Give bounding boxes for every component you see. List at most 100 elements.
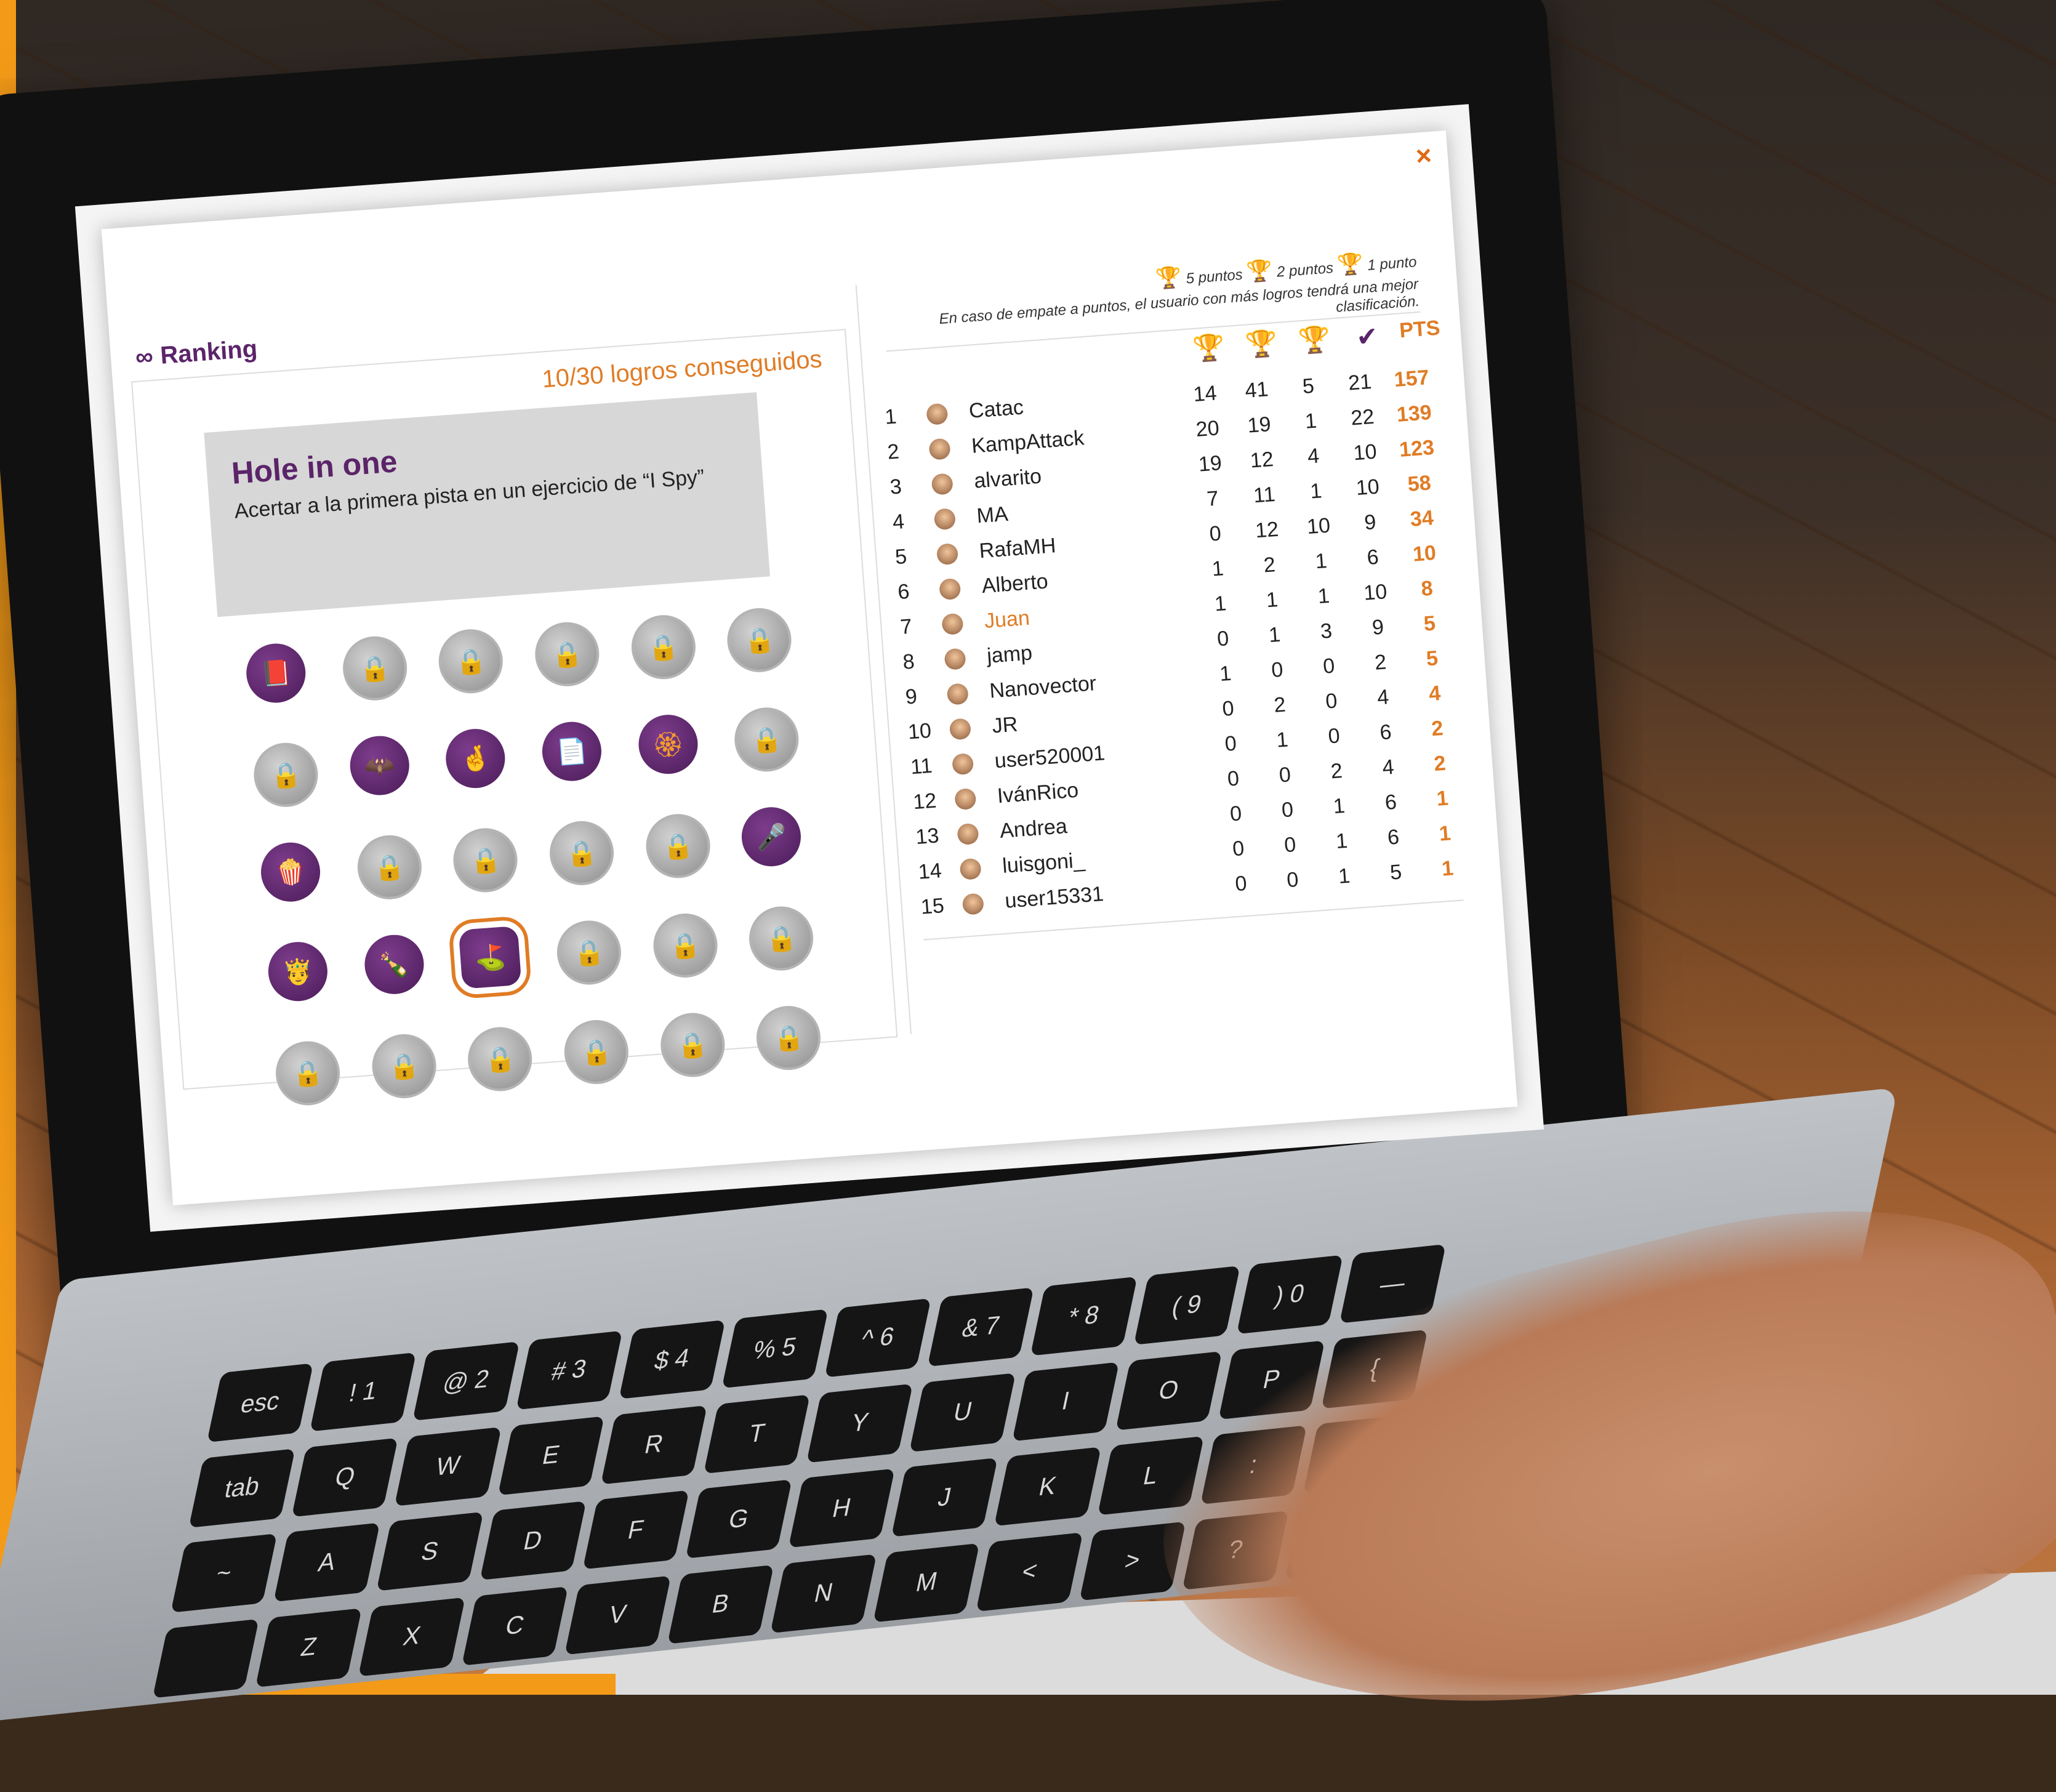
avatar xyxy=(934,506,978,530)
lock-icon[interactable]: 🔒 xyxy=(651,911,720,980)
achievements-count: 9 xyxy=(1371,615,1385,640)
rank-number: 5 xyxy=(894,544,908,569)
lock-icon[interactable]: 🔒 xyxy=(747,904,816,973)
lock-icon[interactable]: 🔒 xyxy=(369,1032,438,1101)
rank-number: 6 xyxy=(896,579,910,605)
popcorn-icon[interactable]: 🍿 xyxy=(259,840,323,904)
achievements-count: 10 xyxy=(1363,580,1388,605)
silver-count: 12 xyxy=(1249,447,1275,473)
keyboard-key xyxy=(152,1618,260,1698)
achievements-count: 6 xyxy=(1379,720,1392,745)
rank-number: 15 xyxy=(920,894,946,919)
gold-trophy-icon: 🏆 xyxy=(1191,332,1226,363)
golf-flag-icon[interactable]: ⛳ xyxy=(448,915,532,1000)
gold-count: 0 xyxy=(1221,696,1235,721)
bronze-count: 1 xyxy=(1337,864,1351,888)
rosette-icon[interactable]: 🏵 xyxy=(636,712,700,776)
bronze-count: 1 xyxy=(1309,479,1323,504)
points: 34 xyxy=(1409,506,1435,531)
lock-icon[interactable]: 🔒 xyxy=(658,1010,727,1080)
lock-icon[interactable]: 🔒 xyxy=(340,634,409,703)
avatar xyxy=(959,856,1003,880)
keyboard-key: * 8 xyxy=(1030,1276,1138,1356)
lock-icon[interactable]: 🔒 xyxy=(754,1003,823,1072)
keyboard-key: Q xyxy=(291,1437,399,1517)
lock-icon[interactable]: 🔒 xyxy=(273,1039,342,1108)
keyboard-key: M xyxy=(873,1543,980,1623)
silver-count: 12 xyxy=(1254,517,1280,543)
keyboard-key: C xyxy=(461,1586,568,1666)
silver-points-label: 2 puntos xyxy=(1276,259,1334,281)
avatar xyxy=(954,786,998,810)
gold-count: 14 xyxy=(1192,381,1218,407)
points: 123 xyxy=(1398,435,1436,462)
gold-trophy-icon: 🏆 xyxy=(1155,265,1183,291)
points: 5 xyxy=(1425,646,1439,671)
keyboard-key: K xyxy=(994,1447,1101,1527)
lock-icon[interactable]: 🔒 xyxy=(251,741,321,810)
lock-icon[interactable]: 🔒 xyxy=(436,627,505,696)
gold-count: 0 xyxy=(1234,871,1248,896)
bronze-count: 1 xyxy=(1314,549,1328,574)
microphone-icon[interactable]: 🎤 xyxy=(739,805,803,869)
lock-icon[interactable]: 🔒 xyxy=(532,620,601,689)
achievements-count: 4 xyxy=(1381,755,1395,780)
avatar xyxy=(931,471,975,496)
book-icon[interactable]: 📕 xyxy=(244,641,308,705)
silver-count: 2 xyxy=(1263,553,1277,577)
infinity-icon: ∞ xyxy=(134,342,155,371)
mask-icon[interactable]: 🦇 xyxy=(348,734,411,797)
ranking-panel: 🏆 5 puntos 🏆 2 puntos 🏆 1 punto En caso … xyxy=(855,242,1489,1034)
pts-header: PTS xyxy=(1399,316,1441,343)
rank-number: 1 xyxy=(884,404,897,429)
close-icon[interactable]: × xyxy=(1415,140,1432,172)
achievements-count: 10 xyxy=(1352,440,1378,465)
bronze-trophy-icon: 🏆 xyxy=(1297,324,1331,356)
lock-icon[interactable]: 🔒 xyxy=(555,918,624,987)
points: 10 xyxy=(1411,541,1437,566)
bottle-icon[interactable]: 🍾 xyxy=(362,933,426,997)
bronze-count: 1 xyxy=(1335,829,1349,854)
gold-count: 0 xyxy=(1231,837,1245,861)
points: 1 xyxy=(1436,786,1450,811)
user-avatar-icon xyxy=(947,682,970,705)
lock-icon[interactable]: 🔒 xyxy=(643,811,712,881)
silver-count: 0 xyxy=(1270,657,1284,683)
bronze-count: 0 xyxy=(1325,689,1338,713)
bronze-count: 1 xyxy=(1332,794,1346,819)
gold-count: 19 xyxy=(1197,451,1223,476)
achievements-count: 6 xyxy=(1386,825,1400,850)
lock-icon[interactable]: 🔒 xyxy=(628,613,698,681)
rank-number: 11 xyxy=(909,753,933,779)
lock-icon[interactable]: 🔒 xyxy=(355,833,424,902)
bronze-count: 2 xyxy=(1330,759,1344,784)
gold-count: 0 xyxy=(1208,521,1223,546)
points: 139 xyxy=(1395,400,1432,427)
gold-count: 1 xyxy=(1219,661,1232,686)
keyboard-key: $ 4 xyxy=(618,1319,726,1399)
keyboard-key: Z xyxy=(255,1607,363,1687)
user-avatar-icon xyxy=(957,822,980,845)
avatar xyxy=(949,716,993,740)
fingers-crossed-icon[interactable]: 🤞 xyxy=(444,726,508,790)
keyboard-key: S xyxy=(376,1511,484,1591)
user-avatar-icon xyxy=(952,752,974,775)
keyboard-key: # 3 xyxy=(515,1330,623,1410)
king-icon[interactable]: 🤴 xyxy=(266,939,330,1003)
lock-icon[interactable]: 🔒 xyxy=(732,705,801,774)
keyboard-key: I xyxy=(1012,1362,1119,1441)
lock-icon[interactable]: 🔒 xyxy=(562,1018,631,1087)
lock-icon[interactable]: 🔒 xyxy=(465,1024,535,1094)
points: 4 xyxy=(1428,681,1442,706)
lock-icon[interactable]: 🔒 xyxy=(725,606,794,675)
avatar xyxy=(952,751,995,775)
lock-icon[interactable]: 🔒 xyxy=(451,826,520,895)
keyboard-key: V xyxy=(564,1575,672,1655)
check-circle-icon: ✔ xyxy=(1355,321,1379,352)
document-icon[interactable]: 📄 xyxy=(540,720,604,784)
lock-icon[interactable]: 🔒 xyxy=(547,819,616,888)
points: 157 xyxy=(1393,366,1430,392)
keyboard-key: % 5 xyxy=(721,1309,829,1389)
bronze-trophy-icon: 🏆 xyxy=(1336,252,1364,278)
keyboard-key: < xyxy=(976,1532,1083,1612)
